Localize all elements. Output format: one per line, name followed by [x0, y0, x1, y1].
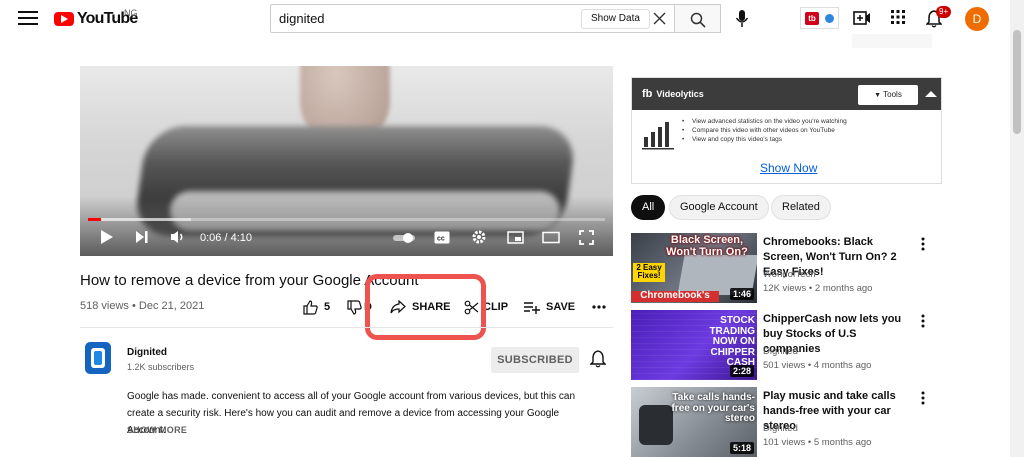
- recommended-channel[interactable]: Dignited: [763, 346, 798, 357]
- thumbnail-badge: 2 Easy Fixes!: [633, 263, 665, 282]
- search-box: Show Data: [270, 4, 675, 33]
- player-controls-gradient: [80, 196, 613, 256]
- recommended-video[interactable]: Take calls hands-free on your car's ster…: [631, 387, 941, 457]
- add-to-playlist-icon: [524, 301, 540, 314]
- feature-item: Compare this video with other videos on …: [682, 126, 847, 135]
- progress-bar[interactable]: [88, 218, 605, 221]
- tools-caret-icon: ▼: [874, 92, 882, 99]
- recommended-video[interactable]: Black Screen, Won't Turn On? 2 Easy Fixe…: [631, 233, 941, 303]
- time-display: 0:06 / 4:10: [200, 232, 252, 244]
- extension-tb-icon: tb: [805, 12, 819, 25]
- extension-badge[interactable]: tb: [800, 7, 839, 29]
- scrollbar-thumb[interactable]: [1013, 30, 1021, 134]
- autoplay-toggle-icon[interactable]: [392, 232, 418, 244]
- show-data-button[interactable]: Show Data: [581, 9, 650, 29]
- video-views-date: 518 views • Dec 21, 2021: [80, 300, 205, 312]
- recommended-channel[interactable]: WorldofTech: [763, 269, 816, 280]
- recommended-video[interactable]: STOCK TRADING NOW ON CHIPPER CASH 2:28 C…: [631, 310, 941, 380]
- thumbs-down-icon: [347, 299, 362, 315]
- search-button[interactable]: [675, 4, 721, 33]
- top-bar: YouTube NG Show Data tb: [0, 0, 1010, 66]
- clip-label: CLIP: [483, 301, 509, 313]
- buffered-bar: [88, 218, 192, 221]
- menu-icon[interactable]: [18, 11, 38, 27]
- videolytics-logo-mark: fb: [642, 88, 653, 100]
- recommended-channel[interactable]: Dignited: [763, 423, 798, 434]
- thumbnail-caption: Take calls hands-free on your car's ster…: [671, 392, 755, 424]
- videolytics-panel: fbVideolytics ▼ Tools View advanced stat…: [631, 77, 942, 184]
- header-background-strip: [852, 34, 932, 48]
- tools-dropdown[interactable]: ▼ Tools: [858, 85, 918, 105]
- more-actions-icon[interactable]: [592, 300, 606, 314]
- svg-text:cc: cc: [437, 236, 445, 243]
- video-player[interactable]: 0:06 / 4:10 cc: [80, 66, 613, 256]
- create-video-icon[interactable]: [853, 10, 871, 26]
- fullscreen-icon[interactable]: [579, 230, 594, 245]
- show-now-link[interactable]: Show Now: [760, 161, 817, 175]
- duration-badge: 1:46: [729, 288, 754, 300]
- account-avatar[interactable]: D: [965, 7, 989, 31]
- thumbnail-caption: STOCK TRADING NOW ON CHIPPER CASH: [709, 315, 755, 368]
- video-thumbnail[interactable]: STOCK TRADING NOW ON CHIPPER CASH 2:28: [631, 310, 757, 380]
- thumbs-up-icon: [303, 299, 318, 315]
- video-description: Google has made. convenient to access al…: [127, 391, 576, 436]
- channel-name[interactable]: Dignited: [127, 347, 167, 358]
- apps-grid-icon[interactable]: [891, 10, 905, 24]
- clear-icon[interactable]: [653, 12, 666, 25]
- thumbnail-caption: Black Screen, Won't Turn On?: [666, 234, 748, 258]
- country-code: NG: [124, 8, 138, 18]
- share-highlight-annotation: [365, 274, 486, 340]
- search-input[interactable]: [279, 5, 579, 32]
- feature-item: View and copy this video's tags: [682, 135, 847, 144]
- microphone-icon[interactable]: [735, 9, 749, 29]
- save-button[interactable]: SAVE: [524, 298, 575, 316]
- theater-mode-icon[interactable]: [542, 231, 560, 244]
- youtube-watch-page: YouTube NG Show Data tb: [0, 0, 1024, 457]
- youtube-play-logo-icon: [54, 12, 74, 26]
- next-icon[interactable]: [135, 229, 149, 245]
- subscriber-count: 1.2K subscribers: [127, 362, 195, 372]
- notification-bell-icon[interactable]: [590, 350, 606, 368]
- tools-label: Tools: [883, 90, 902, 99]
- search-icon: [690, 12, 706, 28]
- collapse-caret-icon[interactable]: [925, 91, 937, 97]
- channel-avatar-logo[interactable]: [80, 340, 116, 376]
- video-thumbnail[interactable]: Black Screen, Won't Turn On? 2 Easy Fixe…: [631, 233, 757, 303]
- more-options-icon[interactable]: [921, 237, 925, 251]
- recommended-meta: 12K views • 2 months ago: [763, 283, 873, 294]
- like-count: 5: [324, 301, 331, 313]
- duration-badge: 5:18: [729, 442, 754, 454]
- thumbnail-footer: Chromebook's: [631, 290, 719, 302]
- chip-google-account[interactable]: Google Account: [669, 195, 769, 220]
- save-label: SAVE: [546, 301, 576, 313]
- chip-all[interactable]: All: [631, 195, 666, 220]
- more-options-icon[interactable]: [921, 314, 925, 328]
- thumbnail-device-graphic: [639, 405, 673, 445]
- captions-icon[interactable]: cc: [434, 231, 450, 244]
- recommended-meta: 101 views • 5 months ago: [763, 437, 872, 448]
- notification-count-badge: 9+: [936, 6, 952, 18]
- duration-badge: 2:28: [729, 365, 754, 377]
- volume-icon[interactable]: [170, 229, 186, 245]
- extension-status-dot: [825, 14, 834, 23]
- video-thumbnail[interactable]: Take calls hands-free on your car's ster…: [631, 387, 757, 457]
- videolytics-feature-list: View advanced statistics on the video yo…: [682, 117, 847, 144]
- more-options-icon[interactable]: [921, 391, 925, 405]
- play-icon[interactable]: [100, 229, 114, 245]
- feature-item: View advanced statistics on the video yo…: [682, 117, 847, 126]
- page-scrollbar[interactable]: [1010, 0, 1024, 457]
- videolytics-title: Videolytics: [656, 89, 704, 99]
- subscribed-button[interactable]: SUBSCRIBED: [491, 347, 579, 373]
- bar-chart-icon: [642, 122, 674, 150]
- section-divider: [80, 327, 613, 328]
- recommended-meta: 501 views • 4 months ago: [763, 360, 872, 371]
- show-more-button[interactable]: SHOW MORE: [127, 425, 187, 435]
- videolytics-header: fb Videolytics ▼ Tools: [632, 78, 941, 110]
- miniplayer-icon[interactable]: [507, 231, 524, 244]
- like-button[interactable]: 5: [303, 298, 330, 316]
- videolytics-logo: fb Videolytics: [642, 88, 704, 100]
- settings-gear-icon[interactable]: [471, 229, 487, 245]
- chip-related[interactable]: Related: [771, 195, 831, 220]
- played-bar: [88, 218, 101, 221]
